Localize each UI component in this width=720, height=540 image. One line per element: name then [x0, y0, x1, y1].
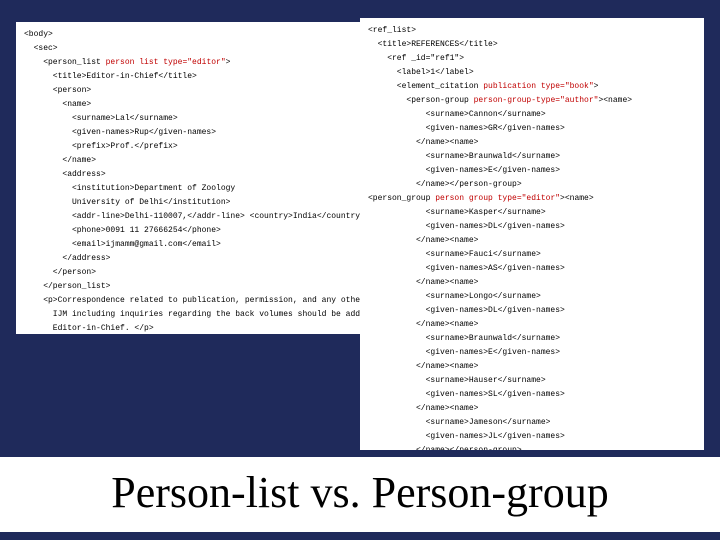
- right-code-panel: <ref_list> <title>REFERENCES</title> <re…: [360, 18, 704, 450]
- left-code-panel: <body> <sec> <person_list person list ty…: [16, 22, 386, 334]
- right-code-block: <ref_list> <title>REFERENCES</title> <re…: [360, 18, 704, 450]
- left-code-block: <body> <sec> <person_list person list ty…: [16, 22, 386, 334]
- slide-title: Person-list vs. Person-group: [0, 457, 720, 532]
